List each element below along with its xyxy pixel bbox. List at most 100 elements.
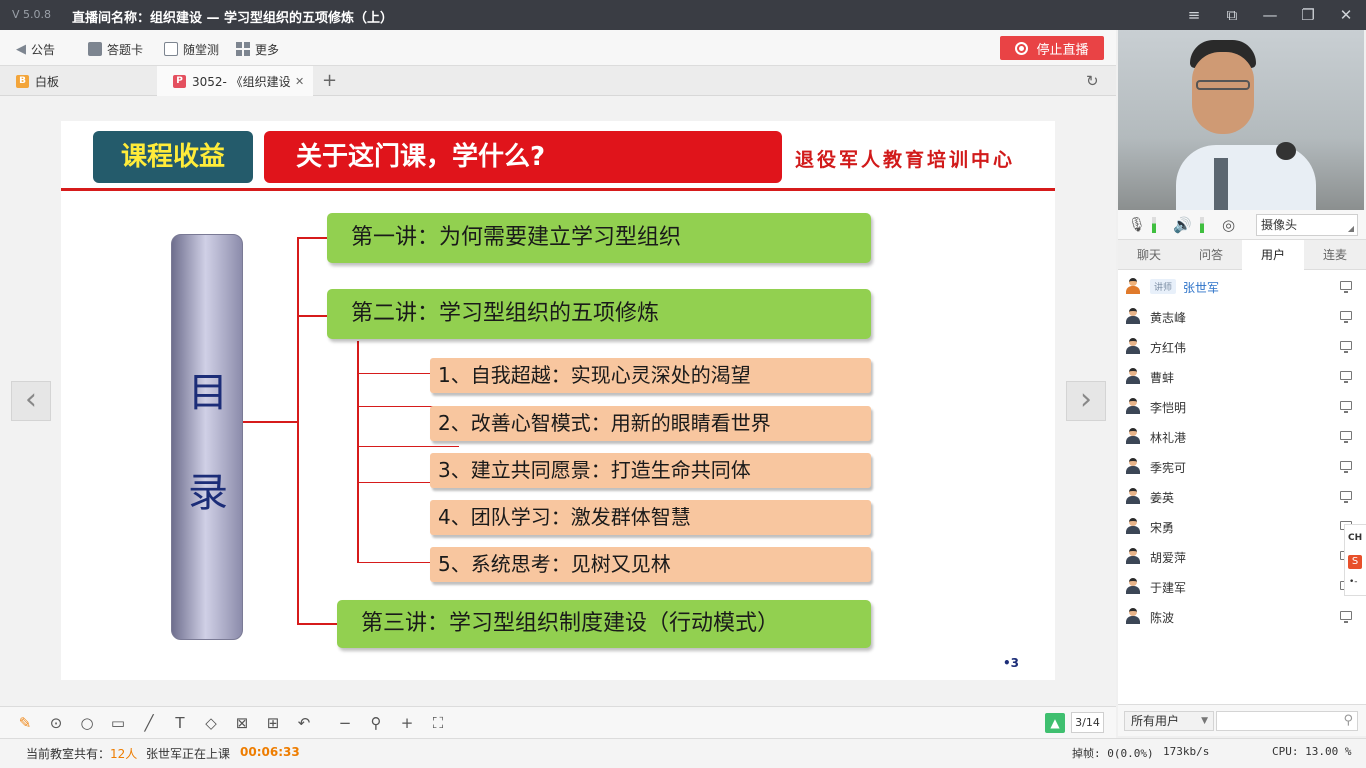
connector-line	[357, 373, 430, 374]
tab-mic-link[interactable]: 连麦	[1304, 240, 1366, 270]
menu-icon[interactable]: ≡	[1175, 0, 1213, 30]
line-icon[interactable]: ╱	[140, 714, 158, 732]
camera-select-value: 摄像头	[1261, 218, 1298, 232]
lecture-1: 第一讲：为何需要建立学习型组织	[327, 213, 871, 263]
grid-icon	[236, 42, 250, 56]
pin-icon[interactable]: ⧉	[1213, 0, 1251, 30]
add-tab-button[interactable]: +	[322, 70, 337, 91]
zoom-out-icon[interactable]: −	[336, 714, 354, 732]
more-button[interactable]: 更多	[236, 40, 279, 58]
user-name: 黄志峰	[1150, 311, 1187, 325]
pillar-char-bottom: 录	[188, 470, 228, 516]
screen-share-icon[interactable]	[1340, 461, 1352, 473]
tab-users[interactable]: 用户	[1242, 240, 1304, 270]
answer-card-button[interactable]: 答题卡	[88, 40, 143, 58]
next-slide-button[interactable]: ›	[1066, 381, 1106, 421]
screen-share-icon[interactable]	[1340, 371, 1352, 383]
pencil-icon[interactable]: ✎	[16, 714, 34, 732]
top-toolbar: ◀ 公告 答题卡 随堂测 更多 停止直播	[0, 30, 1116, 66]
connector-line	[297, 623, 337, 625]
user-filter-bar: 所有用户 ▼ ⚲	[1118, 704, 1366, 736]
close-icon[interactable]: ✕	[1327, 0, 1365, 30]
user-name: 张世军	[1183, 281, 1220, 295]
connector-line	[357, 341, 359, 563]
stamp-icon[interactable]: ⊞	[264, 714, 282, 732]
online-prefix: 当前教室共有：	[26, 747, 111, 761]
prev-slide-button[interactable]: ‹	[11, 381, 51, 421]
maximize-icon[interactable]: ❐	[1289, 0, 1327, 30]
chevron-down-icon: ▼	[1201, 716, 1208, 726]
list-item[interactable]: 陈波	[1118, 601, 1366, 631]
sogou-icon: S	[1348, 555, 1362, 569]
speaker-level-meter	[1200, 217, 1204, 233]
list-item[interactable]: 林礼港	[1118, 421, 1366, 451]
text-icon[interactable]: T	[171, 714, 189, 732]
mic-level-meter	[1152, 217, 1156, 233]
screen-share-icon[interactable]	[1340, 311, 1352, 323]
list-item[interactable]: 宋勇	[1118, 511, 1366, 541]
laser-pointer-icon[interactable]: ⊙	[47, 714, 65, 732]
list-item[interactable]: 胡爱萍	[1118, 541, 1366, 571]
refresh-icon[interactable]: ↻	[1086, 72, 1099, 90]
bitrate: 173kb/s	[1163, 745, 1210, 758]
elapsed-time: 00:06:33	[240, 745, 300, 759]
screen-share-icon[interactable]	[1340, 491, 1352, 503]
quiz-button[interactable]: 随堂测	[164, 40, 219, 58]
clear-icon[interactable]: ⊠	[233, 714, 251, 732]
list-item[interactable]: 于建军	[1118, 571, 1366, 601]
user-avatar-icon	[1126, 278, 1140, 294]
stop-live-button[interactable]: 停止直播	[1000, 36, 1104, 60]
item-1: 1、自我超越：实现心灵深处的渴望	[430, 358, 871, 393]
list-item[interactable]: 曹蚌	[1118, 361, 1366, 391]
tab-qa[interactable]: 问答	[1180, 240, 1242, 270]
screen-share-icon[interactable]	[1340, 281, 1352, 293]
user-filter-value: 所有用户	[1131, 714, 1180, 728]
eraser-icon[interactable]: ◇	[202, 714, 220, 732]
webcam-icon[interactable]: ◎	[1222, 216, 1235, 234]
screen-share-icon[interactable]	[1340, 401, 1352, 413]
tab-ppt[interactable]: P 3052- 《组织建设 ✕	[157, 66, 313, 96]
user-avatar-icon	[1126, 458, 1140, 474]
user-search-input[interactable]: ⚲	[1216, 711, 1358, 731]
tab-chat[interactable]: 聊天	[1118, 240, 1180, 270]
tab-close-icon[interactable]: ✕	[295, 75, 304, 88]
list-item[interactable]: 方红伟	[1118, 331, 1366, 361]
announce-label: 公告	[31, 42, 56, 57]
search-icon[interactable]: ⚲	[1343, 713, 1353, 728]
connector-line	[297, 237, 299, 625]
zoom-in-icon[interactable]: +	[398, 714, 416, 732]
list-item[interactable]: 姜英	[1118, 481, 1366, 511]
speaker-icon[interactable]: 🔊	[1173, 216, 1192, 234]
screen-share-icon[interactable]	[1340, 341, 1352, 353]
user-name: 陈波	[1150, 611, 1175, 625]
undo-icon[interactable]: ↶	[295, 714, 313, 732]
whiteboard-badge-icon: B	[16, 74, 29, 88]
connector-line	[357, 562, 430, 563]
title-bar: V 5.0.8 直播间名称：组织建设 — 学习型组织的五项修炼（上） ≡ ⧉ —…	[0, 0, 1366, 30]
rectangle-icon[interactable]: ▭	[109, 714, 127, 732]
circle-icon[interactable]: ○	[78, 714, 96, 732]
teacher-status: 张世军正在上课	[146, 747, 231, 761]
tab-whiteboard[interactable]: B 白板	[0, 66, 156, 96]
announce-button[interactable]: ◀ 公告	[16, 40, 55, 58]
fullscreen-icon[interactable]: ⛶	[429, 714, 447, 732]
zoom-search-icon[interactable]: ⚲	[367, 714, 385, 732]
thumbnail-icon[interactable]: ▲	[1045, 713, 1065, 733]
page-indicator[interactable]: 3/14	[1071, 712, 1104, 733]
list-item[interactable]: 李恺明	[1118, 391, 1366, 421]
slide: 课程收益 关于这门课，学什么? 退役军人教育培训中心 目 录 第一讲：为何需要建…	[61, 121, 1055, 680]
stop-live-label: 停止直播	[1036, 42, 1089, 58]
item-2: 2、改善心智模式：用新的眼睛看世界	[430, 406, 871, 441]
microphone-icon[interactable]: 🎙	[1128, 217, 1146, 233]
input-method-widget[interactable]: CH S •-	[1344, 524, 1366, 596]
user-filter-select[interactable]: 所有用户 ▼	[1124, 711, 1214, 731]
list-item[interactable]: 讲师 张世军	[1118, 271, 1366, 301]
camera-select[interactable]: 摄像头 ◢	[1256, 214, 1358, 236]
lecture-2: 第二讲：学习型组织的五项修炼	[327, 289, 871, 339]
list-item[interactable]: 季宪可	[1118, 451, 1366, 481]
screen-share-icon[interactable]	[1340, 431, 1352, 443]
minimize-icon[interactable]: —	[1251, 0, 1289, 30]
list-item[interactable]: 黄志峰	[1118, 301, 1366, 331]
drawing-toolbar: ✎ ⊙ ○ ▭ ╱ T ◇ ⊠ ⊞ ↶ − ⚲ + ⛶ ▲ 3/14	[0, 706, 1116, 738]
screen-share-icon[interactable]	[1340, 611, 1352, 623]
